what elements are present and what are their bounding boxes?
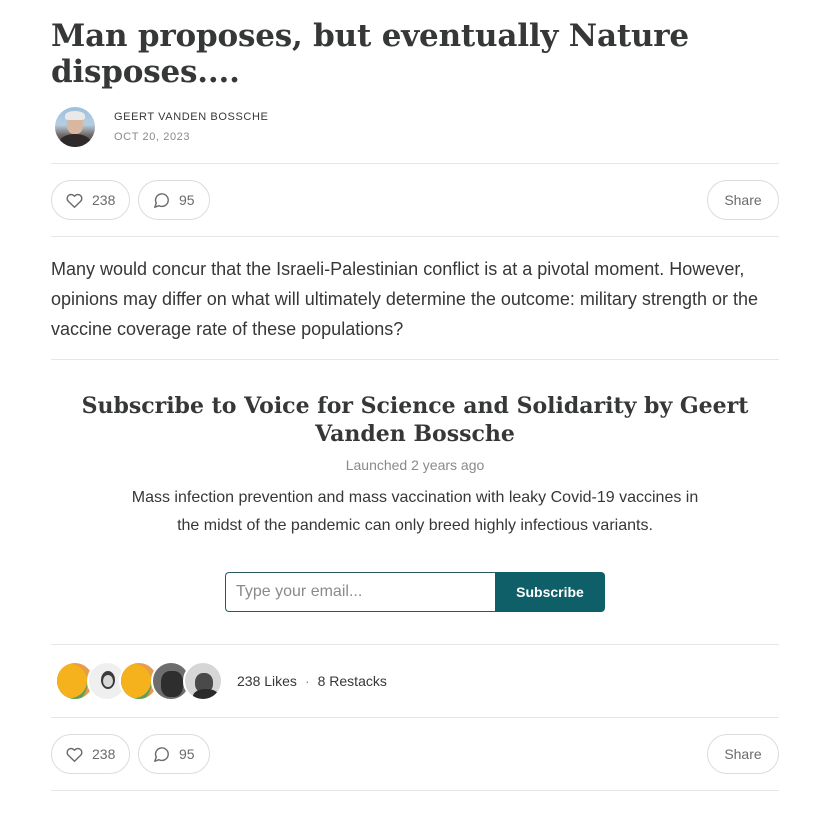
restacks-count-label: 8 Restacks bbox=[317, 673, 387, 689]
comment-button[interactable]: 95 bbox=[138, 180, 210, 220]
email-input[interactable] bbox=[225, 572, 495, 612]
post-title: Man proposes, but eventually Nature disp… bbox=[51, 18, 689, 90]
post-date: OCT 20, 2023 bbox=[114, 131, 191, 143]
liker-avatar bbox=[183, 661, 223, 701]
divider bbox=[51, 717, 779, 718]
likes-summary[interactable]: 238 Likes · 8 Restacks bbox=[237, 673, 387, 689]
likers-row[interactable]: 238 Likes · 8 Restacks bbox=[55, 661, 387, 701]
launched-text: Launched 2 years ago bbox=[345, 457, 485, 473]
heart-icon bbox=[66, 747, 83, 762]
comment-button-bottom[interactable]: 95 bbox=[138, 734, 210, 774]
share-label: Share bbox=[724, 192, 762, 208]
divider bbox=[51, 359, 779, 360]
post-body: Many would concur that the Israeli-Pales… bbox=[51, 259, 758, 339]
subscribe-title: Subscribe to Voice for Science and Solid… bbox=[81, 393, 749, 447]
subscribe-button[interactable]: Subscribe bbox=[495, 572, 605, 612]
like-count: 238 bbox=[92, 192, 116, 208]
byline: GEERT VANDEN BOSSCHE OCT 20, 2023 bbox=[55, 106, 268, 148]
author-avatar[interactable] bbox=[55, 107, 95, 147]
author-name[interactable]: GEERT VANDEN BOSSCHE bbox=[114, 110, 268, 124]
like-count: 238 bbox=[92, 746, 116, 762]
divider bbox=[51, 163, 779, 164]
share-label: Share bbox=[724, 746, 762, 762]
heart-icon bbox=[66, 193, 83, 208]
share-button[interactable]: Share bbox=[707, 180, 779, 220]
like-button-bottom[interactable]: 238 bbox=[51, 734, 130, 774]
like-button[interactable]: 238 bbox=[51, 180, 130, 220]
divider bbox=[51, 236, 779, 237]
divider bbox=[51, 644, 779, 645]
subscribe-form: Subscribe bbox=[225, 572, 605, 612]
likes-count-label: 238 Likes bbox=[237, 673, 297, 689]
comment-count: 95 bbox=[179, 192, 195, 208]
separator: · bbox=[304, 673, 310, 689]
comment-icon bbox=[154, 746, 169, 762]
comment-count: 95 bbox=[179, 746, 195, 762]
comment-icon bbox=[154, 192, 169, 208]
divider bbox=[51, 790, 779, 791]
share-button-bottom[interactable]: Share bbox=[707, 734, 779, 774]
publication-description: Mass infection prevention and mass vacci… bbox=[131, 489, 699, 534]
